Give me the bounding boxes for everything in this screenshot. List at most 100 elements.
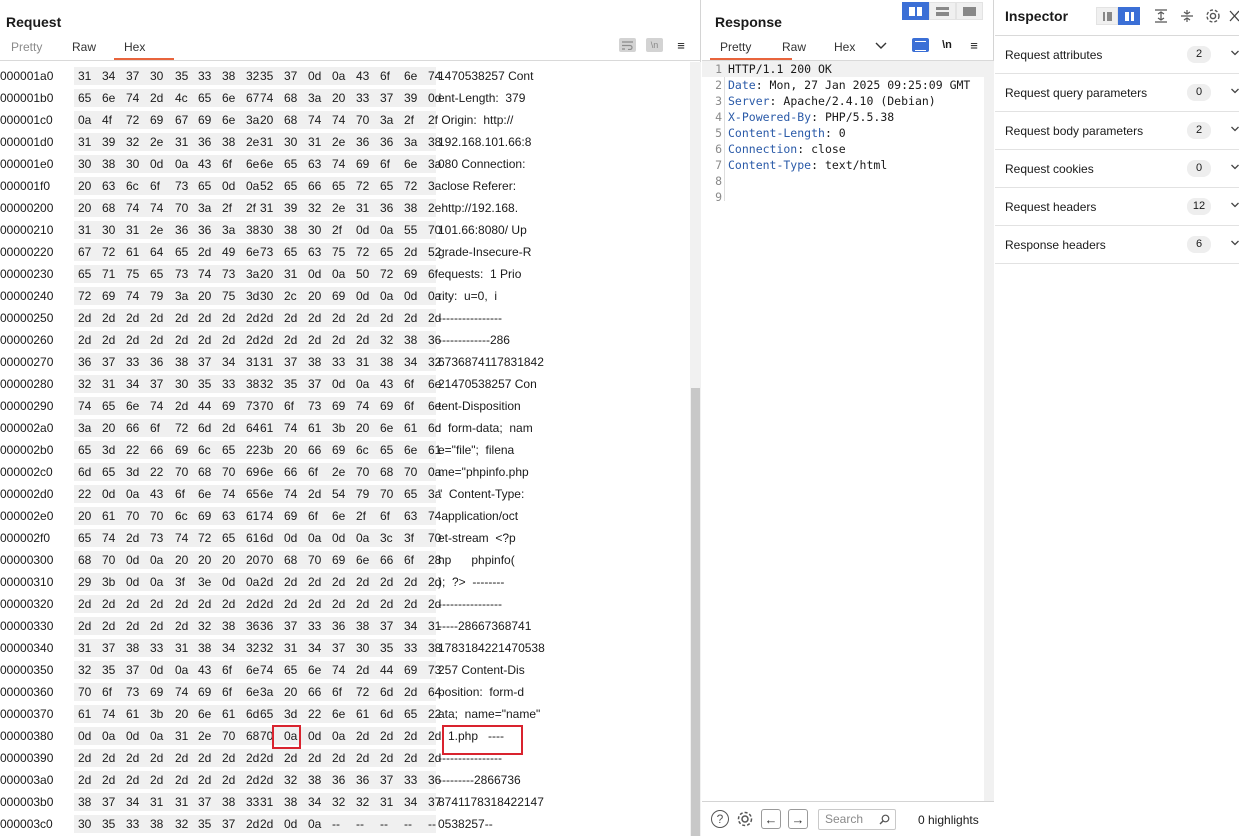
hex-byte[interactable]: 35 [102, 661, 115, 679]
code-line[interactable]: 8 [702, 173, 984, 189]
hex-byte[interactable]: 32 [198, 617, 211, 635]
hex-byte[interactable]: 37 [380, 89, 393, 107]
hex-byte[interactable]: 71 [102, 265, 115, 283]
hex-byte[interactable]: 30 [102, 221, 115, 239]
hex-byte[interactable]: 61 [126, 243, 139, 261]
hex-ascii[interactable]: ---------------- [438, 307, 502, 329]
hex-byte[interactable]: 2d [175, 331, 188, 349]
menu-icon[interactable]: ≡ [674, 38, 688, 53]
hex-byte[interactable]: 65 [404, 705, 417, 723]
hex-byte[interactable]: 3f [175, 573, 185, 591]
wrap-icon[interactable] [619, 38, 636, 52]
hex-bytes[interactable]: 2d 2d 2d 2d 2d 2d 2d 2d 2d 32 38 36 36 37 33 36 [74, 771, 441, 789]
hex-byte[interactable]: 2d [356, 661, 369, 679]
hex-byte[interactable]: 70 [260, 397, 273, 415]
hex-byte[interactable]: 66 [380, 551, 393, 569]
hex-byte[interactable]: 36 [175, 221, 188, 239]
tab-raw[interactable]: Raw [782, 38, 834, 58]
hex-byte[interactable]: -- [404, 815, 412, 833]
hex-byte[interactable]: 65 [175, 243, 188, 261]
hex-byte[interactable]: 37 [198, 353, 211, 371]
hex-byte[interactable]: 36 [380, 199, 393, 217]
hex-byte[interactable]: 3a [404, 133, 417, 151]
hex-byte[interactable]: 2d [308, 749, 321, 767]
hex-bytes[interactable]: 61 74 61 3b 20 6e 61 6d 65 3d 22 6e 61 6d 65 22 [74, 705, 441, 723]
hex-byte[interactable]: 63 [308, 243, 321, 261]
hex-ascii[interactable]: -------------286 [438, 329, 510, 351]
hex-ascii[interactable]: et-stream <?p [438, 527, 516, 549]
hex-bytes[interactable]: 74 65 6e 74 2d 44 69 73 70 6f 73 69 74 69 6f 6e [74, 397, 441, 415]
hex-byte[interactable]: 2d [222, 419, 235, 437]
hex-byte[interactable]: 31 [78, 221, 91, 239]
hex-byte[interactable]: 2d [308, 331, 321, 349]
code-line[interactable]: 4 X-Powered-By: PHP/5.5.38 [702, 109, 984, 125]
hex-byte[interactable]: 0a [332, 265, 345, 283]
hex-byte[interactable]: 2d [246, 771, 259, 789]
forward-arrow-icon[interactable]: → [788, 809, 808, 829]
hex-row[interactable]: 000002d0 22 0d 0a 43 6f 6e 74 65 6e 74 2d 54 79 70 65 3a… [0, 483, 690, 505]
hex-byte[interactable]: 2d [78, 749, 91, 767]
hex-byte[interactable]: 38 [308, 353, 321, 371]
hex-byte[interactable]: 6e [332, 507, 345, 525]
hex-byte[interactable]: 65 [404, 485, 417, 503]
hex-byte[interactable]: 3a [308, 89, 321, 107]
hex-bytes[interactable]: 20 68 74 74 70 3a 2f 2f 31 39 32 2e 31 36 38 2e [74, 199, 441, 217]
hex-byte[interactable]: 61 [404, 419, 417, 437]
hex-byte[interactable]: 74 [284, 419, 297, 437]
hex-byte[interactable]: 74 [175, 683, 188, 701]
hex-byte[interactable]: 32 [175, 815, 188, 833]
hex-byte[interactable]: 31 [175, 133, 188, 151]
hex-byte[interactable]: 3a [246, 265, 259, 283]
hex-ascii[interactable]: 6736874117831842 [438, 351, 544, 373]
hex-ascii[interactable]: 101.66:8080/ Up [438, 219, 527, 241]
hex-byte[interactable]: 2d [356, 309, 369, 327]
hex-byte[interactable]: 0d [126, 727, 139, 745]
hex-byte[interactable]: 31 [260, 353, 273, 371]
hex-byte[interactable]: 2d [284, 595, 297, 613]
hex-row[interactable]: 00000330 2d 2d 2d 2d 2d 32 38 36 36 37 33 36 38 37 34 31… [0, 615, 690, 637]
hex-byte[interactable]: 20 [175, 705, 188, 723]
hex-byte[interactable]: 31 [78, 67, 91, 85]
hex-byte[interactable]: 2d [404, 573, 417, 591]
hex-byte[interactable]: 38 [198, 639, 211, 657]
hex-byte[interactable]: 6e [246, 683, 259, 701]
hex-byte[interactable]: 0d [126, 573, 139, 591]
hex-byte[interactable]: 2d [404, 243, 417, 261]
hex-byte[interactable]: 30 [260, 221, 273, 239]
hex-byte[interactable]: 2d [246, 749, 259, 767]
hex-byte[interactable]: 2d [246, 309, 259, 327]
hex-byte[interactable]: 2d [78, 595, 91, 613]
hex-byte[interactable]: 38 [222, 617, 235, 635]
hex-row[interactable]: 000001f0 20 63 6c 6f 73 65 0d 0a 52 65 66 65 72 65 72 3a… [0, 175, 690, 197]
hex-byte[interactable]: 31 [260, 133, 273, 151]
hex-byte[interactable]: 73 [222, 265, 235, 283]
hex-row[interactable]: 00000260 2d 2d 2d 2d 2d 2d 2d 2d 2d 2d 2d 2d 2d 32 38 36… [0, 329, 690, 351]
hex-byte[interactable]: 0a [126, 485, 139, 503]
hex-byte[interactable]: 6f [428, 265, 438, 283]
tab-pretty[interactable]: Pretty [11, 38, 72, 58]
hex-row[interactable]: 000003a0 2d 2d 2d 2d 2d 2d 2d 2d 2d 32 38 36 36 37 33 36… [0, 769, 690, 791]
hex-byte[interactable]: 69 [332, 441, 345, 459]
hex-byte[interactable]: 69 [284, 507, 297, 525]
hex-byte[interactable]: 36 [150, 353, 163, 371]
hex-byte[interactable]: 3a [260, 683, 273, 701]
hex-byte[interactable]: 61 [102, 507, 115, 525]
hex-byte[interactable]: 69 [332, 397, 345, 415]
hex-byte[interactable]: 68 [284, 551, 297, 569]
hex-byte[interactable]: 6e [332, 705, 345, 723]
hex-byte[interactable]: 0d [78, 727, 91, 745]
hex-byte[interactable]: 29 [78, 573, 91, 591]
hex-byte[interactable]: 2d [126, 617, 139, 635]
hex-byte[interactable]: 2d [198, 243, 211, 261]
hex-byte[interactable]: 65 [284, 155, 297, 173]
hex-byte[interactable]: 30 [126, 155, 139, 173]
hex-byte[interactable]: 70 [78, 683, 91, 701]
hex-byte[interactable]: 32 [246, 67, 259, 85]
hex-byte[interactable]: 66 [308, 683, 321, 701]
hex-byte[interactable]: 70 [222, 727, 235, 745]
hex-row[interactable]: 00000340 31 37 38 33 31 38 34 32 32 31 34 37 30 35 33 38… [0, 637, 690, 659]
hex-byte[interactable]: 2d [260, 309, 273, 327]
hex-byte[interactable]: 61 [356, 705, 369, 723]
hex-ascii[interactable]: application/oct [438, 505, 518, 527]
inspector-section[interactable]: Request headers 12 [995, 188, 1239, 226]
